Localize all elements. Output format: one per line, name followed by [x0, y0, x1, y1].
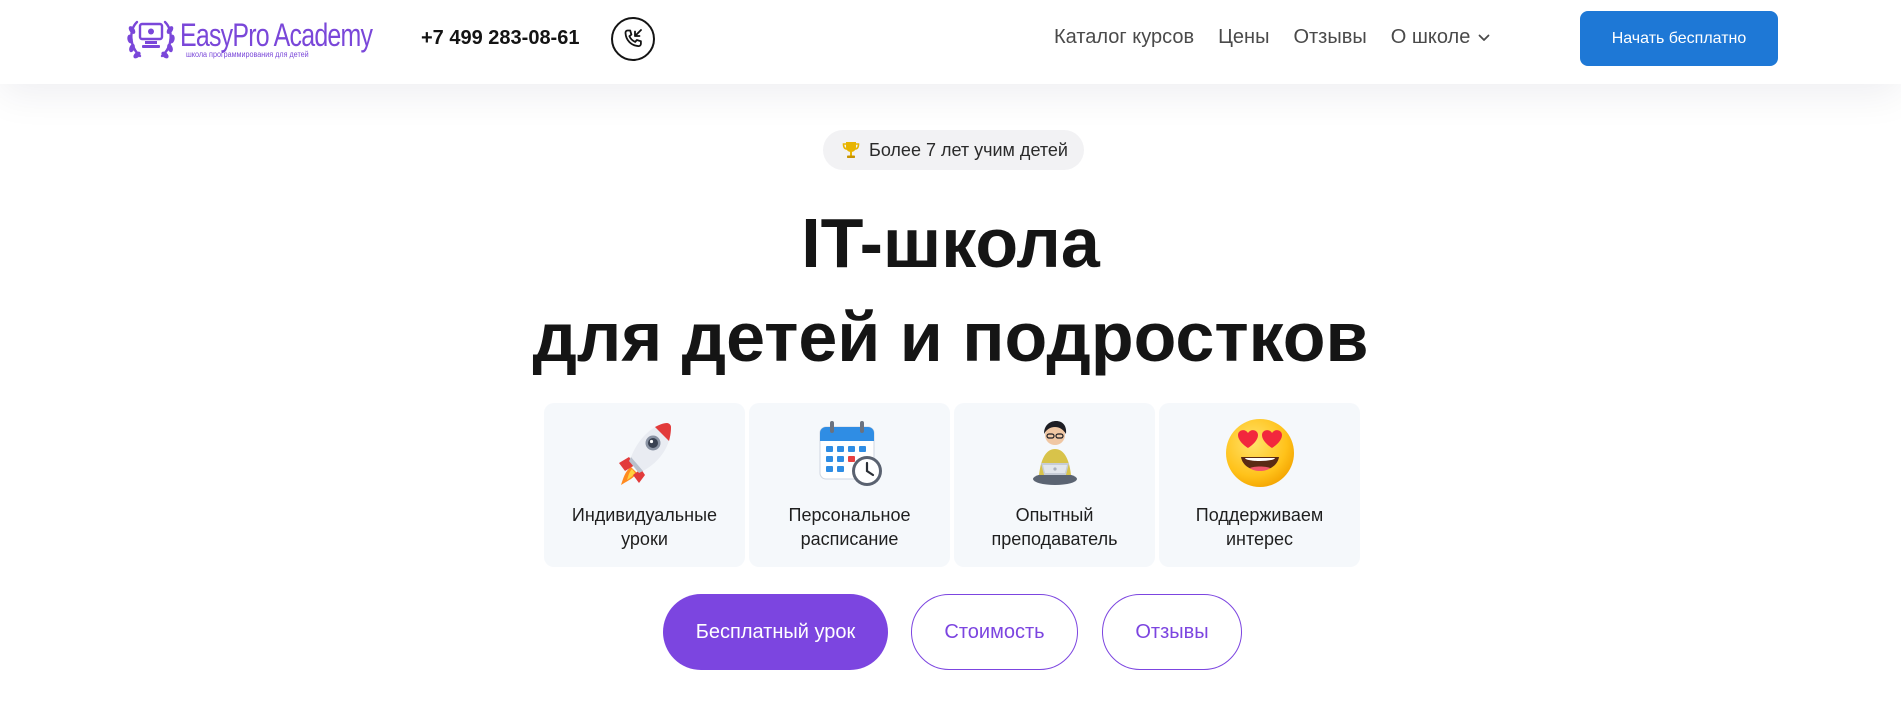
feature-card-interest: Поддерживаем интерес — [1159, 403, 1360, 567]
hero-title-line-2: для детей и подростков — [532, 298, 1369, 376]
phone-number[interactable]: +7 499 283-08-61 — [421, 27, 579, 50]
nav-about-dropdown[interactable]: О школе — [1391, 26, 1491, 49]
logo-tagline: школа программирования для детей — [186, 49, 309, 59]
hero-title-line-1: IT-школа — [801, 204, 1100, 282]
main-nav: Каталог курсов Цены Отзывы О школе — [1054, 26, 1490, 49]
nav-reviews[interactable]: Отзывы — [1293, 26, 1366, 49]
features-list: Индивидуальные уроки Персональное распис… — [544, 403, 1360, 567]
feature-card-teacher: Опытный преподаватель — [954, 403, 1155, 567]
callback-button[interactable] — [611, 17, 655, 61]
feature-line-1: Индивидуальные — [571, 505, 718, 525]
feature-line-2: расписание — [800, 529, 899, 549]
feature-line-2: интерес — [1225, 529, 1294, 549]
free-lesson-button[interactable]: Бесплатный урок — [663, 594, 888, 670]
feature-line-1: Персональное — [788, 505, 911, 525]
feature-text: Индивидуальные уроки — [560, 503, 730, 551]
logo-name: EasyPro Academy — [180, 16, 373, 53]
badge-text: Более 7 лет учим детей — [869, 139, 1068, 160]
feature-line-2: уроки — [621, 529, 668, 549]
hero-title: IT-школа для детей и подростков — [0, 196, 1901, 384]
trophy-icon — [842, 142, 860, 158]
price-button[interactable]: Стоимость — [911, 594, 1078, 670]
hero-actions: Бесплатный урок Стоимость Отзывы — [663, 594, 1242, 670]
heart-eyes-emoji-icon — [1225, 419, 1294, 487]
calendar-clock-icon — [819, 421, 882, 486]
phone-incoming-icon — [624, 29, 642, 47]
site-header: EasyPro Academy школа программирования д… — [0, 0, 1901, 84]
feature-card-individual: Индивидуальные уроки — [544, 403, 745, 567]
feature-text: Персональное расписание — [765, 503, 935, 551]
nav-prices[interactable]: Цены — [1218, 26, 1269, 49]
teacher-laptop-icon — [1032, 421, 1077, 485]
feature-card-schedule: Персональное расписание — [749, 403, 950, 567]
laurel-monitor-logo-icon — [127, 20, 175, 59]
nav-catalog[interactable]: Каталог курсов — [1054, 26, 1194, 49]
nav-about-label: О школе — [1390, 26, 1471, 48]
start-free-button[interactable]: Начать бесплатно — [1580, 11, 1778, 66]
reviews-button[interactable]: Отзывы — [1102, 594, 1242, 670]
logo[interactable]: EasyPro Academy школа программирования д… — [126, 14, 426, 62]
feature-text: Поддерживаем интерес — [1175, 503, 1345, 551]
chevron-down-icon — [1478, 34, 1490, 41]
feature-line-1: Поддерживаем — [1195, 505, 1324, 525]
rocket-icon — [618, 423, 671, 485]
feature-line-1: Опытный — [1015, 505, 1094, 525]
feature-line-2: преподаватель — [991, 529, 1118, 549]
feature-text: Опытный преподаватель — [970, 503, 1140, 551]
experience-badge: Более 7 лет учим детей — [823, 130, 1084, 170]
